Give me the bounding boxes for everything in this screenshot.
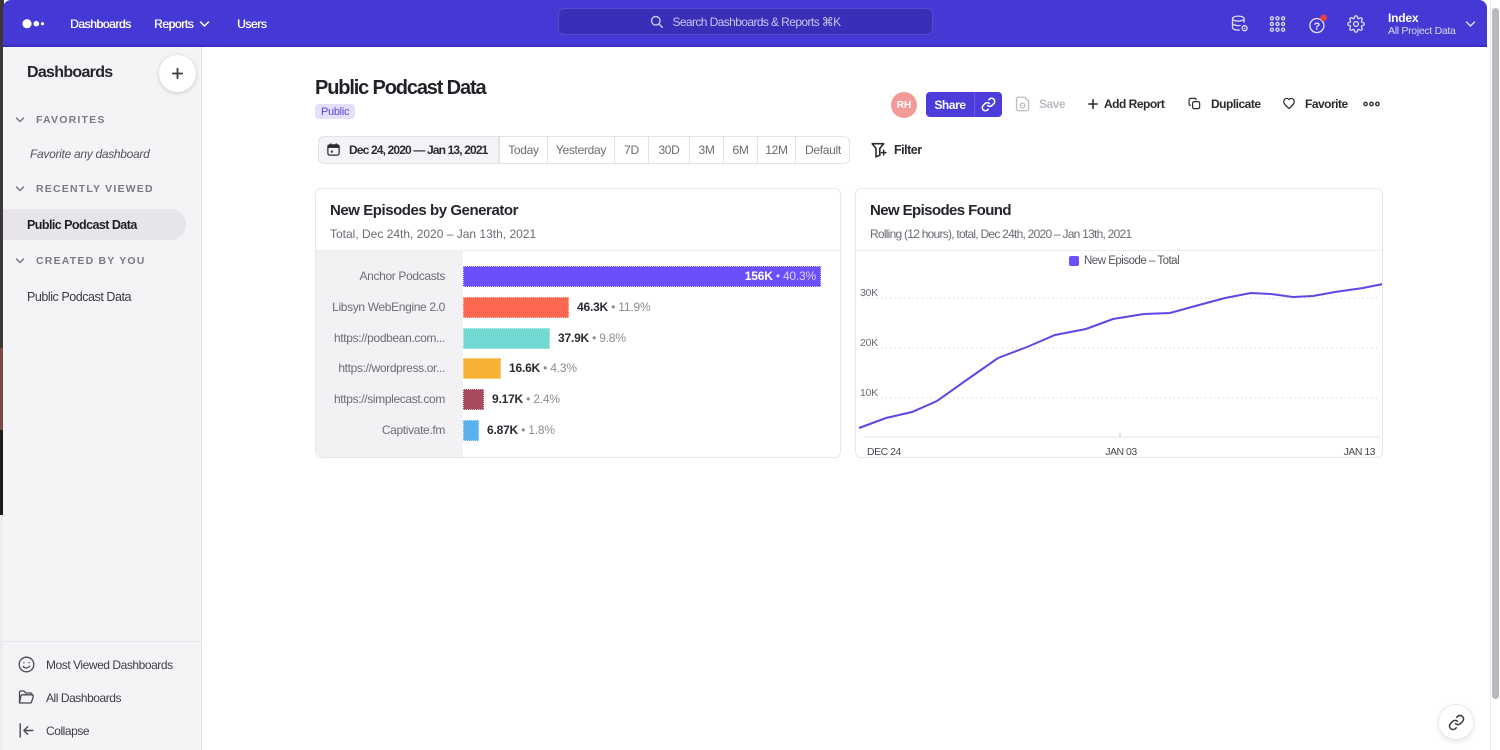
svg-text:10K: 10K (860, 387, 878, 399)
svg-text:20K: 20K (860, 337, 878, 349)
svg-text:?: ? (1314, 20, 1320, 32)
svg-text:30K: 30K (860, 287, 878, 299)
svg-text:DEC 24: DEC 24 (867, 446, 901, 457)
svg-text:JAN 13: JAN 13 (1344, 446, 1376, 457)
svg-text:JAN 03: JAN 03 (1105, 446, 1137, 457)
